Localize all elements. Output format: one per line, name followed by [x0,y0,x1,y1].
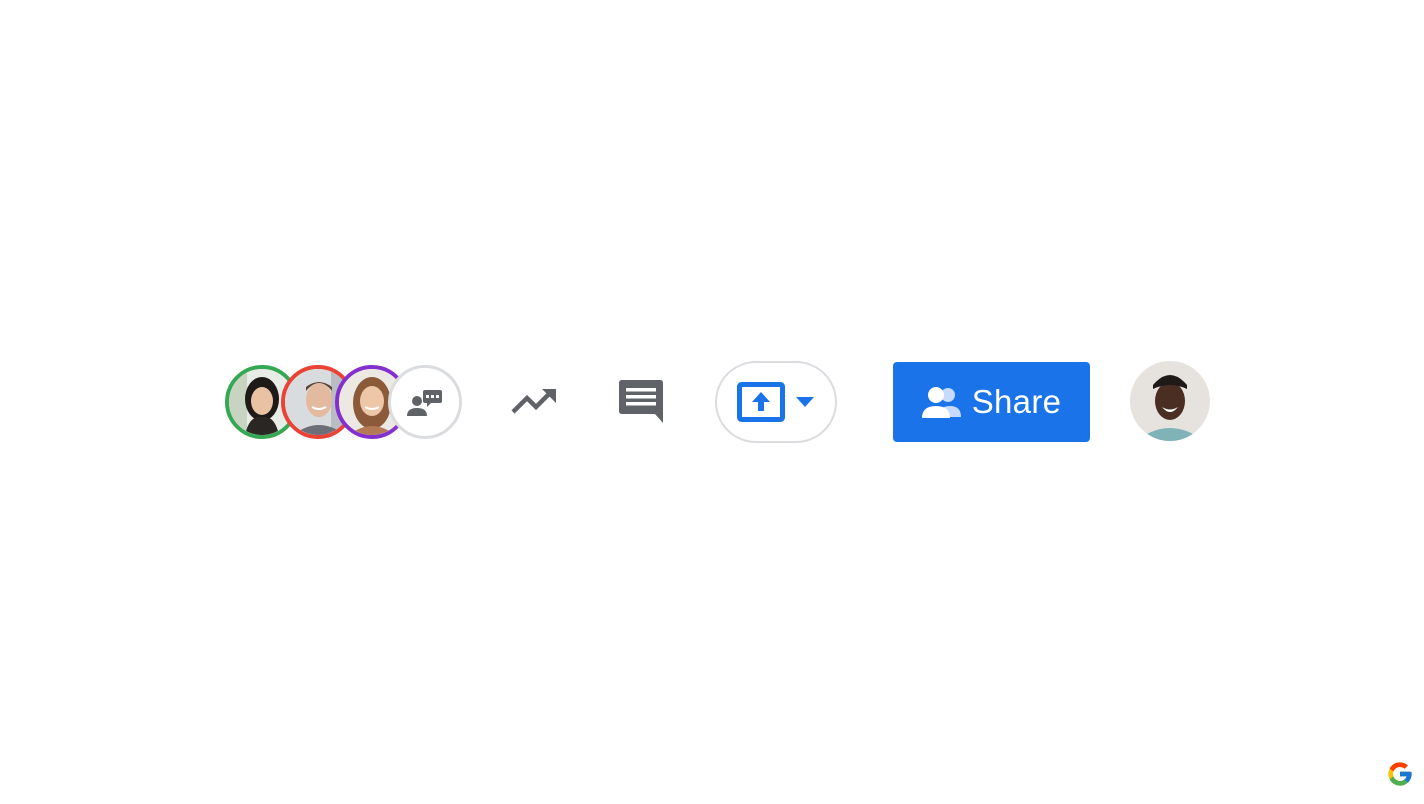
comments-button[interactable] [611,372,671,432]
share-button-label: Share [971,383,1062,420]
stage: Share [0,0,1424,804]
comment-icon [619,380,663,423]
arrow-drop-down-icon [796,397,814,407]
activity-dashboard-button[interactable] [504,372,564,432]
present-button[interactable] [715,361,837,443]
google-g-logo [1388,762,1412,786]
account-photo [1130,361,1210,441]
account-avatar[interactable] [1130,361,1210,441]
share-button[interactable]: Share [893,362,1090,442]
doc-header-toolbar: Share [225,360,1215,444]
trending-up-icon [511,389,556,414]
more-participants-button[interactable] [388,365,462,439]
people-icon [921,387,961,418]
participant-avatars[interactable] [225,365,465,439]
present-to-all-icon [737,382,785,422]
person-chat-icon [407,390,442,416]
